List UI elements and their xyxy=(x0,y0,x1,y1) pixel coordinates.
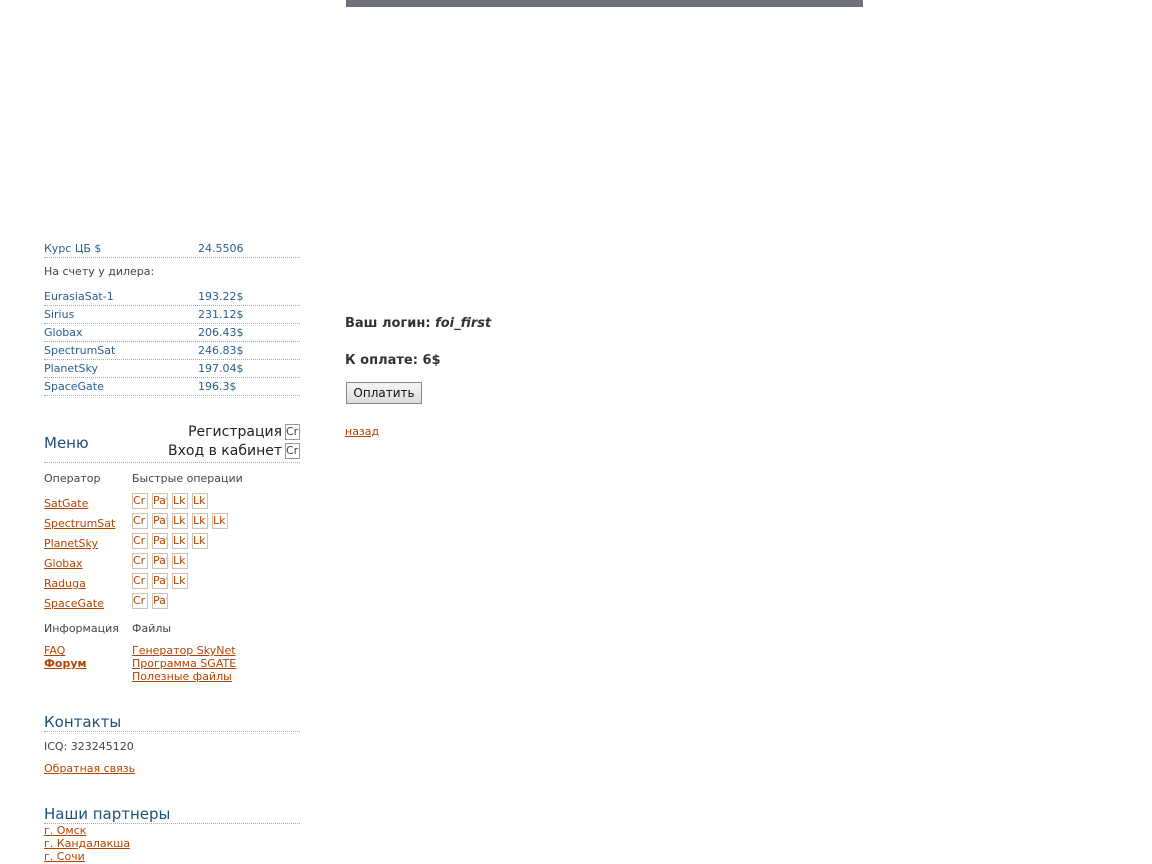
quick-ops-satgate: CrPayLkLk xyxy=(132,493,212,509)
login-line: Ваш логин: foi_first xyxy=(345,316,491,331)
dealer-balance-value: 197.04$ xyxy=(198,362,244,375)
quick-ops-globax: CrPayLk xyxy=(132,553,192,569)
quick-op-button[interactable]: Cr xyxy=(132,493,148,509)
quick-op-button[interactable]: Lk xyxy=(192,533,208,549)
quick-ops-column-label: Быстрые операции xyxy=(132,472,243,485)
info-column-label: Информация xyxy=(44,622,119,635)
quick-op-button[interactable]: Lk xyxy=(172,573,188,589)
dealer-balance-row: SpectrumSat 246.83$ xyxy=(44,342,300,360)
dealer-balance-row: EurasiaSat-1 193.22$ xyxy=(44,288,300,306)
pay-label: К оплате: xyxy=(345,353,418,368)
quick-op-button[interactable]: Lk xyxy=(192,493,208,509)
partners-title: Наши партнеры xyxy=(44,805,171,823)
quick-ops-spacegate: CrPay xyxy=(132,593,172,609)
cabinet-box[interactable]: Cr xyxy=(285,443,300,459)
operator-link-planetsky[interactable]: PlanetSky xyxy=(44,537,98,550)
file-link-skynet[interactable]: Генератор SkyNet xyxy=(132,644,236,657)
quick-op-button[interactable]: Pay xyxy=(152,493,168,509)
dealer-operator-name: SpaceGate xyxy=(44,380,104,393)
icq-text: ICQ: 323245120 xyxy=(44,740,134,753)
register-row[interactable]: Регистрация Cr xyxy=(188,424,300,442)
operator-link-globax[interactable]: Globax xyxy=(44,557,83,570)
quick-ops-spectrumsat: CrPayLkLkLk xyxy=(132,513,232,529)
register-label[interactable]: Регистрация xyxy=(188,424,282,440)
file-link-useful[interactable]: Полезные файлы xyxy=(132,670,232,683)
quick-op-button[interactable]: Lk xyxy=(212,513,228,529)
quick-op-button[interactable]: Lk xyxy=(172,513,188,529)
quick-op-button[interactable]: Pay xyxy=(152,573,168,589)
menu-title: Меню xyxy=(44,434,89,452)
dealer-operator-name: Globax xyxy=(44,326,83,339)
pay-amount-line: К оплате: 6$ xyxy=(345,353,441,368)
dealer-balance-value: 206.43$ xyxy=(198,326,244,339)
register-box[interactable]: Cr xyxy=(285,424,300,440)
cb-rate-value: 24.5506 xyxy=(198,242,244,255)
operator-link-raduga[interactable]: Raduga xyxy=(44,577,86,590)
dealer-balance-row: Sirius 231.12$ xyxy=(44,306,300,324)
file-link-sgate[interactable]: Программа SGATE xyxy=(132,657,236,670)
pay-button[interactable]: Оплатить xyxy=(346,382,422,404)
dealer-operator-name: SpectrumSat xyxy=(44,344,116,357)
partner-link-kandalaksha[interactable]: г. Кандалакша xyxy=(44,837,130,850)
quick-op-button[interactable]: Lk xyxy=(172,553,188,569)
top-banner-bar xyxy=(346,0,863,7)
partners-section: Наши партнеры xyxy=(44,805,300,824)
dealer-balance-row: PlanetSky 197.04$ xyxy=(44,360,300,378)
quick-op-button[interactable]: Lk xyxy=(172,493,188,509)
dealer-balance-value: 196.3$ xyxy=(198,380,237,393)
dealer-operator-name: PlanetSky xyxy=(44,362,98,375)
forum-link[interactable]: Форум xyxy=(44,657,87,670)
back-link[interactable]: назад xyxy=(345,425,379,438)
contacts-title: Контакты xyxy=(44,713,122,731)
dealer-balance-row: SpaceGate 196.3$ xyxy=(44,378,300,396)
dealer-balance-row: Globax 206.43$ xyxy=(44,324,300,342)
contacts-section: Контакты xyxy=(44,713,300,732)
dealer-balance-value: 193.22$ xyxy=(198,290,244,303)
faq-link[interactable]: FAQ xyxy=(44,644,65,657)
cabinet-label[interactable]: Вход в кабинет xyxy=(168,443,282,459)
dealer-balance-value: 246.83$ xyxy=(198,344,244,357)
quick-op-button[interactable]: Pay xyxy=(152,533,168,549)
quick-op-button[interactable]: Pay xyxy=(152,593,168,609)
quick-op-button[interactable]: Lk xyxy=(192,513,208,529)
dealer-operator-name: EurasiaSat-1 xyxy=(44,290,114,303)
partner-link-sochi[interactable]: г. Сочи xyxy=(44,850,85,863)
pay-value: 6$ xyxy=(422,353,441,368)
quick-op-button[interactable]: Cr xyxy=(132,533,148,549)
dealer-balance-value: 231.12$ xyxy=(198,308,244,321)
quick-ops-planetsky: CrPayLkLk xyxy=(132,533,212,549)
quick-op-button[interactable]: Cr xyxy=(132,573,148,589)
quick-op-button[interactable]: Pay xyxy=(152,553,168,569)
login-value: foi_first xyxy=(435,316,492,331)
operator-link-satgate[interactable]: SatGate xyxy=(44,497,88,510)
feedback-link[interactable]: Обратная связь xyxy=(44,762,135,775)
cb-rate-label: Курс ЦБ $ xyxy=(44,242,102,255)
quick-op-button[interactable]: Cr xyxy=(132,513,148,529)
cabinet-row[interactable]: Вход в кабинет Cr xyxy=(168,443,300,461)
operator-link-spacegate[interactable]: SpaceGate xyxy=(44,597,104,610)
dealer-balance-label: На счету у дилера: xyxy=(44,265,155,278)
operator-link-spectrumsat[interactable]: SpectrumSat xyxy=(44,517,115,530)
files-column-label: Файлы xyxy=(132,622,172,635)
dealer-operator-name: Sirius xyxy=(44,308,75,321)
cb-rate-row: Курс ЦБ $ 24.5506 xyxy=(44,240,300,258)
operator-column-label: Оператор xyxy=(44,472,101,485)
login-label: Ваш логин: xyxy=(345,316,431,331)
partner-link-omsk[interactable]: г. Омск xyxy=(44,824,86,837)
quick-op-button[interactable]: Cr xyxy=(132,593,148,609)
quick-ops-raduga: CrPayLk xyxy=(132,573,192,589)
quick-op-button[interactable]: Lk xyxy=(172,533,188,549)
quick-op-button[interactable]: Cr xyxy=(132,553,148,569)
quick-op-button[interactable]: Pay xyxy=(152,513,168,529)
